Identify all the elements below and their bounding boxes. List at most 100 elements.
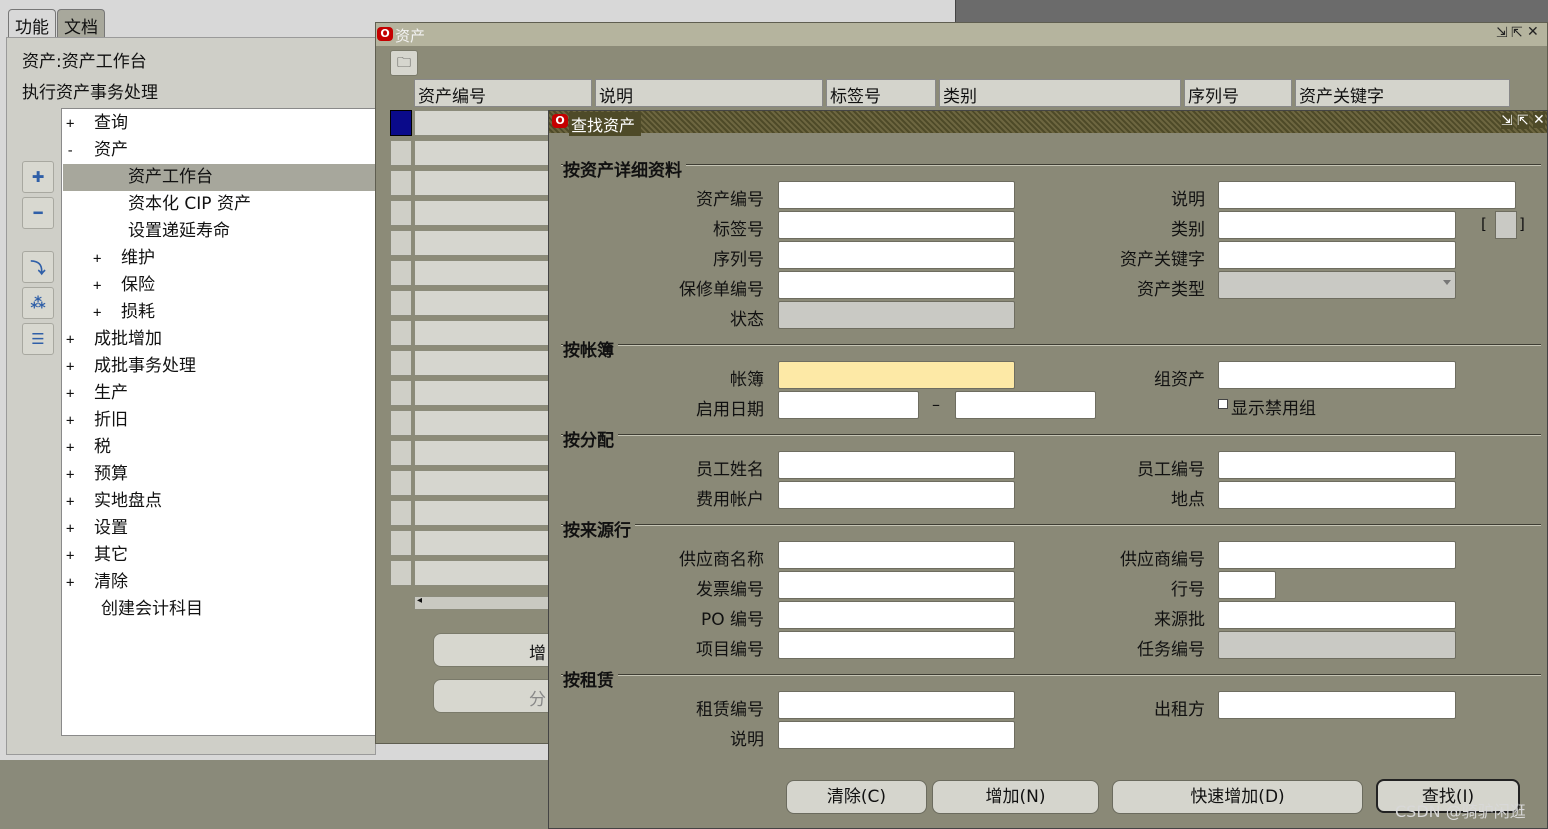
table-row[interactable]: [414, 350, 554, 376]
category-field[interactable]: [1218, 211, 1456, 239]
project-number-field[interactable]: [778, 631, 1015, 659]
tree-expand-icon[interactable]: +: [66, 543, 94, 570]
tree-item-create-accounting[interactable]: 创建会计科目: [101, 596, 203, 623]
employee-number-field[interactable]: [1218, 451, 1456, 479]
supplier-number-field[interactable]: [1218, 541, 1456, 569]
record-indicator[interactable]: [390, 410, 412, 436]
date-in-service-from-field[interactable]: [778, 391, 919, 419]
status-field[interactable]: [778, 301, 1015, 329]
show-disabled-groups-checkbox[interactable]: [1218, 399, 1228, 409]
table-row[interactable]: [414, 230, 554, 256]
tree-collapse-icon[interactable]: -: [66, 138, 94, 165]
description-field[interactable]: [1218, 181, 1516, 209]
tree-expand-icon[interactable]: +: [66, 516, 94, 543]
table-row[interactable]: [414, 380, 554, 406]
record-indicator[interactable]: [390, 380, 412, 406]
book-field[interactable]: [778, 361, 1015, 389]
table-row[interactable]: [414, 140, 554, 166]
tree-expand-icon[interactable]: +: [66, 435, 94, 462]
expand-icon[interactable]: ✚: [22, 161, 54, 193]
maximize-icon[interactable]: ⇱: [1511, 25, 1523, 41]
tree-expand-icon[interactable]: +: [66, 327, 94, 354]
tree-expand-icon[interactable]: +: [66, 381, 94, 408]
tree-item-assets[interactable]: - 资产: [66, 137, 366, 164]
expense-account-field[interactable]: [778, 481, 1015, 509]
tree-item-depletion[interactable]: + 损耗: [93, 299, 155, 326]
tree-item-query[interactable]: + 查询: [66, 110, 366, 137]
tree-item-budget[interactable]: + 预算: [66, 461, 128, 488]
asset-number-field[interactable]: [778, 181, 1015, 209]
tree-item-tax[interactable]: + 税: [66, 434, 111, 461]
column-header-category[interactable]: 类别: [939, 79, 1181, 107]
tree-expand-icon[interactable]: +: [93, 273, 121, 300]
column-header-serial-number[interactable]: 序列号: [1184, 79, 1292, 107]
tree-item-capitalize-cip[interactable]: 资本化 CIP 资产: [128, 191, 251, 218]
tree-item-deferred-life[interactable]: 设置递延寿命: [128, 218, 230, 245]
tree-expand-icon[interactable]: +: [66, 354, 94, 381]
table-row[interactable]: [414, 440, 554, 466]
serial-number-field[interactable]: [778, 241, 1015, 269]
collapse-all-icon[interactable]: ☰: [22, 323, 54, 355]
column-header-asset-key[interactable]: 资产关键字: [1295, 79, 1510, 107]
tree-expand-icon[interactable]: +: [66, 408, 94, 435]
table-row[interactable]: [414, 320, 554, 346]
minimize-icon[interactable]: ⇲: [1501, 113, 1513, 129]
line-number-field[interactable]: [1218, 571, 1276, 599]
tree-item-depreciation[interactable]: + 折旧: [66, 407, 128, 434]
record-indicator[interactable]: [390, 560, 412, 586]
tree-item-production[interactable]: + 生产: [66, 380, 128, 407]
table-row[interactable]: [414, 200, 554, 226]
employee-name-field[interactable]: [778, 451, 1015, 479]
asset-key-field[interactable]: [1218, 241, 1456, 269]
tree-expand-icon[interactable]: +: [66, 489, 94, 516]
tab-functions[interactable]: 功能: [8, 9, 56, 38]
record-indicator[interactable]: [390, 320, 412, 346]
table-row[interactable]: [414, 560, 554, 586]
maximize-icon[interactable]: ⇱: [1517, 113, 1529, 129]
record-indicator[interactable]: [390, 350, 412, 376]
tab-documents[interactable]: 文档: [57, 9, 105, 38]
column-header-tag-number[interactable]: 标签号: [826, 79, 936, 107]
chevron-down-icon[interactable]: [1443, 280, 1451, 285]
tree-item-purge[interactable]: + 清除: [66, 569, 128, 596]
horizontal-scrollbar[interactable]: ◂: [414, 595, 554, 610]
add-button[interactable]: 增加(N): [932, 780, 1099, 814]
column-header-description[interactable]: 说明: [595, 79, 823, 107]
record-indicator[interactable]: [390, 230, 412, 256]
close-icon[interactable]: ✕: [1533, 112, 1545, 128]
tree-expand-icon[interactable]: +: [66, 111, 94, 138]
record-indicator[interactable]: [390, 260, 412, 286]
record-indicator[interactable]: [390, 200, 412, 226]
tree-item-physical-inventory[interactable]: + 实地盘点: [66, 488, 162, 515]
tree-item-maintenance[interactable]: + 维护: [93, 245, 155, 272]
scroll-left-icon[interactable]: ◂: [417, 595, 422, 606]
location-field[interactable]: [1218, 481, 1456, 509]
record-indicator[interactable]: [390, 500, 412, 526]
lease-number-field[interactable]: [778, 691, 1015, 719]
tree-item-insurance[interactable]: + 保险: [93, 272, 155, 299]
tree-item-setup[interactable]: + 设置: [66, 515, 128, 542]
po-number-field[interactable]: [778, 601, 1015, 629]
warranty-number-field[interactable]: [778, 271, 1015, 299]
tree-item-mass-transactions[interactable]: + 成批事务处理: [66, 353, 196, 380]
date-in-service-to-field[interactable]: [955, 391, 1096, 419]
asset-type-select[interactable]: [1218, 271, 1456, 299]
tree-item-asset-workbench[interactable]: 资产工作台: [63, 164, 376, 191]
table-row[interactable]: [414, 110, 554, 136]
source-batch-field[interactable]: [1218, 601, 1456, 629]
record-indicator[interactable]: [390, 440, 412, 466]
tag-number-field[interactable]: [778, 211, 1015, 239]
lessor-field[interactable]: [1218, 691, 1456, 719]
column-header-asset-number[interactable]: 资产编号: [414, 79, 592, 107]
task-number-field[interactable]: [1218, 631, 1456, 659]
tree-item-mass-additions[interactable]: + 成批增加: [66, 326, 162, 353]
quick-add-button[interactable]: 快速增加(D): [1112, 780, 1363, 814]
record-indicator[interactable]: [390, 530, 412, 556]
clear-button[interactable]: 清除(C): [786, 780, 927, 814]
invoice-number-field[interactable]: [778, 571, 1015, 599]
expand-branch-icon[interactable]: ⤵: [22, 251, 54, 283]
record-indicator[interactable]: [390, 170, 412, 196]
supplier-name-field[interactable]: [778, 541, 1015, 569]
table-row[interactable]: [414, 530, 554, 556]
lease-description-field[interactable]: [778, 721, 1015, 749]
